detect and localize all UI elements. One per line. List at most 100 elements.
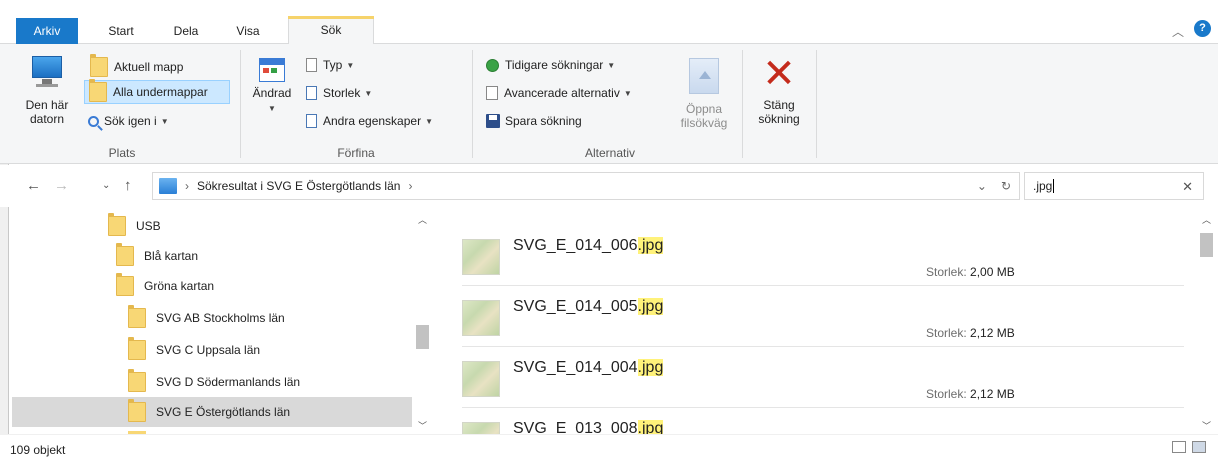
tree-item[interactable]: Gröna kartan — [12, 271, 412, 301]
results-scrollbar[interactable]: ︿ ﹀ — [1198, 207, 1215, 434]
recent-locations-icon[interactable]: ⌄ — [102, 180, 110, 191]
close-search-button[interactable]: ✕ Stäng sökning — [746, 54, 812, 126]
open-location-label-2: filsökväg — [680, 116, 728, 130]
tab-search[interactable]: Sök — [288, 16, 374, 45]
folder-icon — [116, 273, 134, 296]
recent-searches-icon — [486, 58, 499, 72]
map-thumbnail — [462, 300, 500, 336]
tiles-view-icon[interactable] — [1192, 441, 1206, 453]
collapse-ribbon-icon[interactable]: ︿ — [1172, 23, 1184, 40]
breadcrumb-chevron-icon: › — [185, 179, 189, 193]
tree-item-selected[interactable]: SVG E Östergötlands län — [12, 397, 412, 427]
group-label-options: Alternativ — [584, 146, 636, 160]
tree-scrollbar[interactable]: ︿ ﹀ — [414, 207, 431, 434]
tree-item[interactable]: SVG C Uppsala län — [12, 335, 412, 365]
tab-view[interactable]: Visa — [226, 18, 270, 44]
map-thumbnail — [462, 361, 500, 397]
back-icon[interactable]: ← — [26, 177, 41, 194]
folder-icon — [90, 54, 108, 77]
recent-searches-label: Tidigare sökningar — [505, 58, 604, 72]
close-icon: ✕ — [762, 52, 796, 96]
result-name: SVG_E_014_006.jpg — [513, 237, 664, 254]
navigation-tree[interactable]: USB Blå kartan Gröna kartan SVG AB Stock… — [12, 207, 412, 434]
dropdown-arrow-icon: ▼ — [607, 60, 616, 70]
help-icon[interactable]: ? — [1194, 20, 1211, 37]
tree-item-label: SVG C Uppsala län — [156, 343, 261, 357]
dropdown-arrow-icon: ▼ — [364, 88, 373, 98]
current-folder-button[interactable]: Aktuell mapp — [86, 54, 187, 78]
folder-icon — [128, 337, 146, 360]
type-icon — [306, 58, 317, 72]
size-button[interactable]: Storlek ▼ — [306, 82, 372, 104]
folder-icon — [108, 213, 126, 236]
close-search-label-1: Stäng — [763, 98, 795, 112]
search-input[interactable]: .jpg ✕ — [1024, 172, 1204, 200]
details-view-icon[interactable] — [1172, 441, 1186, 453]
ribbon-tab-bar: Arkiv Start Dela Visa Sök ︿ ? — [0, 0, 1218, 45]
all-subfolders-label: Alla undermappar — [113, 85, 208, 99]
save-search-button[interactable]: Spara sökning — [486, 110, 582, 132]
map-thumbnail — [462, 239, 500, 275]
all-subfolders-button[interactable]: Alla undermappar — [84, 79, 230, 104]
clear-search-icon[interactable]: ✕ — [1182, 179, 1193, 195]
this-pc-button[interactable]: Den här datorn — [14, 52, 80, 126]
size-label: Storlek — [323, 86, 361, 100]
navigation-bar: ← → ⌄ ↑ › Sökresultat i SVG E Östergötla… — [0, 165, 1218, 207]
other-properties-button[interactable]: Andra egenskaper ▼ — [306, 110, 433, 132]
tree-item[interactable]: SVG D Södermanlands län — [12, 367, 412, 397]
scroll-thumb[interactable] — [416, 325, 429, 349]
computer-icon — [30, 52, 64, 92]
forward-icon[interactable]: → — [54, 177, 69, 194]
refresh-icon[interactable]: ↻ — [1001, 179, 1011, 193]
open-location-icon — [689, 58, 719, 94]
tab-file[interactable]: Arkiv — [16, 18, 78, 44]
up-icon[interactable]: ↑ — [124, 177, 132, 194]
tree-item[interactable]: SVG AB Stockholms län — [12, 303, 412, 333]
text-cursor — [1053, 179, 1055, 193]
tree-item-label: Gröna kartan — [144, 279, 215, 293]
tree-item[interactable]: Blå kartan — [12, 241, 412, 271]
scroll-down-icon[interactable]: ﹀ — [418, 419, 427, 432]
tree-item-label: SVG E Östergötlands län — [156, 405, 291, 419]
tab-start[interactable]: Start — [96, 18, 146, 44]
breadcrumb-path[interactable]: Sökresultat i SVG E Östergötlands län — [197, 179, 400, 193]
dropdown-arrow-icon: ▼ — [425, 116, 433, 126]
item-count: 109 objekt — [10, 443, 66, 457]
this-pc-label-1: Den här — [25, 98, 69, 112]
result-size: Storlek: 2,12 MB — [926, 387, 1015, 401]
search-results-folder-icon — [159, 178, 177, 194]
this-pc-label-2: datorn — [29, 112, 65, 126]
address-bar[interactable]: › Sökresultat i SVG E Östergötlands län … — [152, 172, 1020, 200]
result-size: Storlek: 2,00 MB — [926, 265, 1015, 279]
scroll-up-icon[interactable]: ︿ — [418, 213, 427, 226]
recent-searches-button[interactable]: Tidigare sökningar ▼ — [486, 54, 615, 76]
advanced-options-button[interactable]: Avancerade alternativ ▼ — [486, 82, 632, 104]
subfolders-icon — [89, 79, 107, 102]
search-icon — [88, 115, 99, 127]
dropdown-arrow-icon: ▼ — [268, 104, 276, 113]
result-item[interactable]: SVG_E_014_004.jpg Storlek: 2,12 MB — [436, 345, 1196, 408]
type-button[interactable]: Typ ▼ — [306, 54, 354, 76]
folder-icon — [116, 243, 134, 266]
open-location-button[interactable]: Öppna filsökväg — [668, 58, 740, 130]
date-modified-button[interactable]: Ändrad ▼ — [246, 58, 298, 116]
scroll-down-icon[interactable]: ﹀ — [1202, 419, 1211, 432]
scroll-thumb[interactable] — [1200, 233, 1213, 257]
address-dropdown-icon[interactable]: ⌄ — [977, 179, 987, 193]
advanced-options-label: Avancerade alternativ — [504, 86, 620, 100]
result-item[interactable]: SVG_E_014_005.jpg Storlek: 2,12 MB — [436, 284, 1196, 347]
ribbon: Den här datorn Aktuell mapp Alla underma… — [0, 44, 1218, 164]
result-item[interactable]: SVG_E_013_008.jpg — [436, 406, 1196, 434]
calendar-icon — [259, 58, 285, 82]
properties-icon — [306, 114, 317, 128]
ribbon-separator — [742, 50, 743, 158]
scroll-up-icon[interactable]: ︿ — [1202, 213, 1211, 226]
search-again-button[interactable]: Sök igen i ▼ — [88, 110, 169, 132]
dropdown-arrow-icon: ▼ — [160, 116, 169, 126]
status-bar: 109 objekt — [0, 434, 1218, 459]
tab-share[interactable]: Dela — [164, 18, 208, 44]
result-item[interactable]: SVG_E_014_006.jpg Storlek: 2,00 MB — [436, 223, 1196, 286]
advanced-options-icon — [486, 86, 498, 100]
tree-item[interactable]: USB — [12, 211, 412, 241]
breadcrumb-chevron-icon[interactable]: › — [408, 179, 412, 193]
